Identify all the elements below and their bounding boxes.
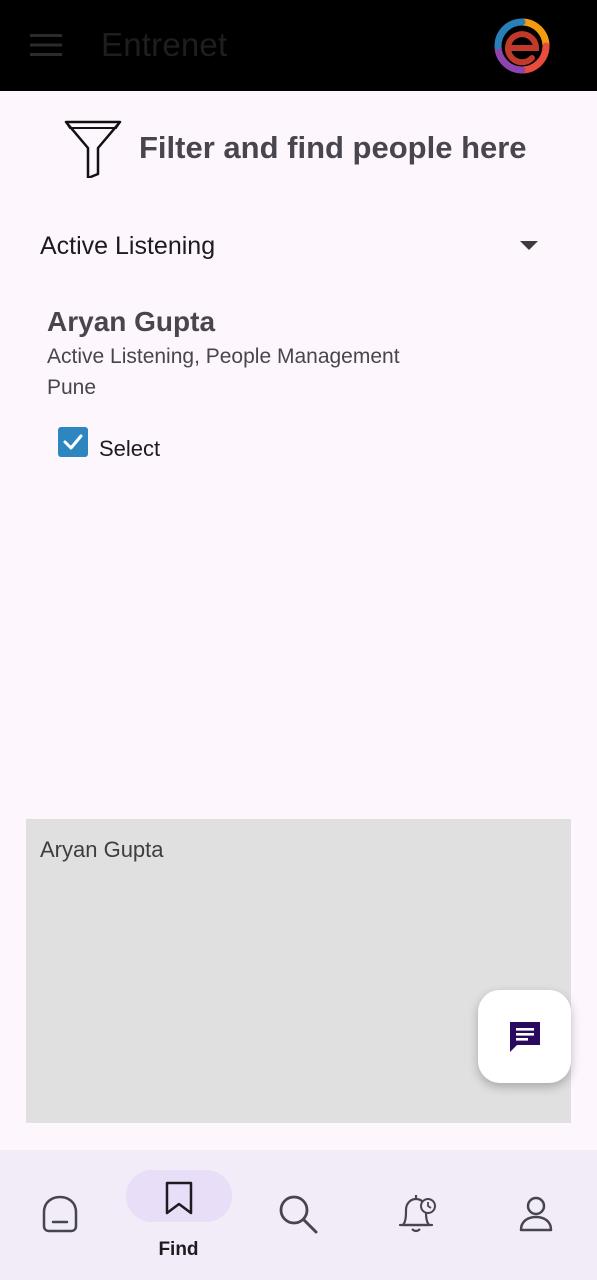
select-checkbox[interactable] [58, 427, 88, 457]
select-label: Select [99, 436, 161, 461]
person-icon [514, 1192, 558, 1236]
person-skills: Active Listening, People Management [47, 345, 400, 368]
filter-title: Filter and find people here [139, 130, 527, 165]
chat-fab-button[interactable] [478, 990, 571, 1083]
chat-message-icon [509, 1021, 540, 1052]
person-name: Aryan Gupta [47, 306, 216, 337]
nav-item-profile[interactable] [476, 1150, 595, 1280]
nav-label-find: Find [158, 1239, 199, 1260]
app-bar: Entrenet [0, 0, 597, 91]
bottom-navigation: Find [0, 1150, 597, 1280]
hamburger-menu-icon[interactable] [24, 27, 68, 63]
chevron-down-icon [520, 241, 538, 250]
bell-clock-icon [395, 1192, 439, 1236]
home-icon [38, 1192, 82, 1236]
nav-item-home[interactable] [0, 1150, 119, 1280]
selected-person-name: Aryan Gupta [40, 837, 164, 862]
filter-header: Filter and find people here [0, 112, 597, 182]
nav-item-notifications[interactable] [357, 1150, 476, 1280]
entrenet-logo-icon [492, 16, 552, 76]
nav-item-find[interactable]: Find [119, 1150, 238, 1280]
skill-dropdown[interactable]: Active Listening [26, 222, 556, 272]
bookmark-icon [157, 1176, 201, 1220]
person-result: Aryan Gupta Active Listening, People Man… [47, 304, 547, 403]
dropdown-selected-value: Active Listening [40, 232, 216, 260]
select-row[interactable]: Select [58, 427, 258, 467]
person-city: Pune [47, 376, 97, 399]
search-icon [276, 1192, 320, 1236]
funnel-icon [62, 116, 124, 180]
checkmark-icon [63, 434, 83, 450]
nav-item-search[interactable] [238, 1150, 357, 1280]
app-title: Entrenet [101, 26, 228, 63]
